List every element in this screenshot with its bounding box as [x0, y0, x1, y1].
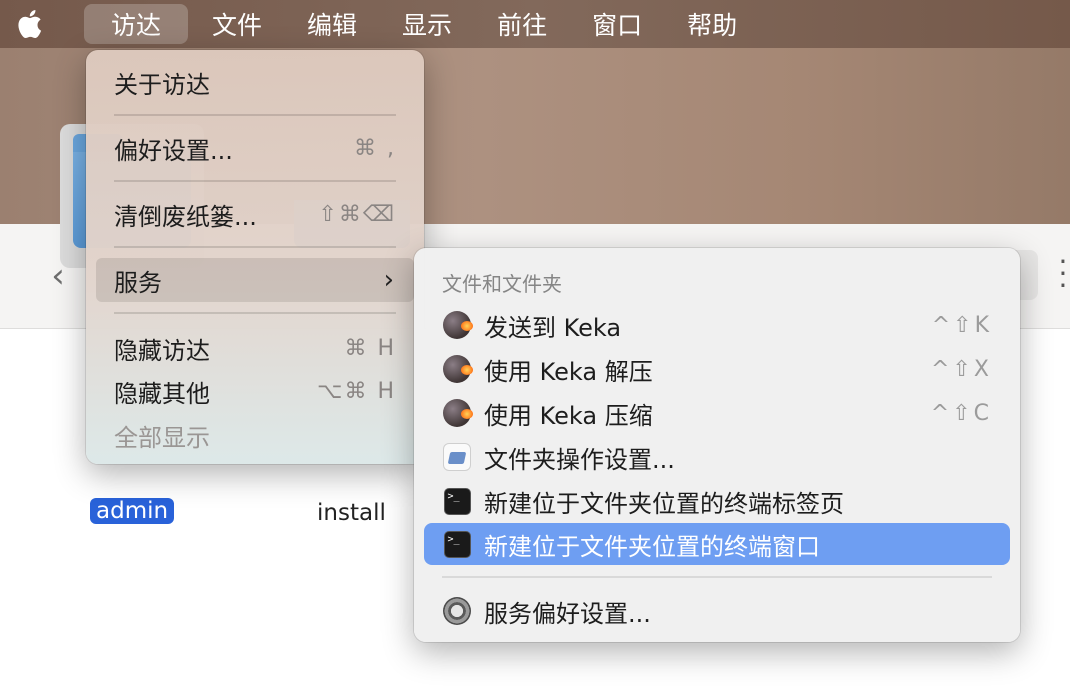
service-label: 服务偏好设置...: [484, 599, 651, 628]
keka-icon: [442, 354, 473, 384]
folder-actions-icon: [442, 442, 472, 472]
service-label: 新建位于文件夹位置的终端标签页: [484, 489, 844, 518]
menu-item-shortcut: ⌥⌘ H: [317, 378, 396, 404]
menu-item-preferences[interactable]: 偏好设置... ⌘ ,: [96, 126, 414, 170]
service-label: 使用 Keka 压缩: [484, 401, 653, 430]
menu-file[interactable]: 文件: [191, 4, 283, 44]
menu-separator: [442, 576, 992, 578]
menu-item-label: 偏好设置...: [114, 136, 233, 165]
service-label: 使用 Keka 解压: [484, 357, 653, 386]
menu-item-shortcut: ⌘ ,: [354, 135, 396, 161]
finder-app-menu: 关于访达 偏好设置... ⌘ , 清倒废纸篓... ⇧⌘⌫ 服务 › 隐藏访达 …: [86, 50, 424, 464]
menu-item-show-all: 全部显示: [96, 413, 414, 457]
menu-item-hide-others[interactable]: 隐藏其他 ⌥⌘ H: [96, 369, 414, 413]
service-services-preferences[interactable]: 服务偏好设置...: [424, 590, 1010, 632]
menu-item-label: 服务: [114, 268, 162, 297]
service-label: 文件夹操作设置...: [484, 445, 675, 474]
services-submenu: 文件和文件夹 发送到 Keka ^⇧K 使用 Keka 解压 ^⇧X 使用 Ke…: [414, 248, 1020, 642]
menu-item-hide-finder[interactable]: 隐藏访达 ⌘ H: [96, 326, 414, 370]
menu-help[interactable]: 帮助: [666, 4, 758, 44]
apple-logo-icon: [18, 10, 42, 39]
service-send-to-keka[interactable]: 发送到 Keka ^⇧K: [424, 304, 1010, 346]
menu-bar: 访达 文件 编辑 显示 前往 窗口 帮助: [0, 0, 1070, 48]
service-shortcut: ^⇧X: [931, 356, 992, 382]
menu-separator: [114, 312, 396, 314]
chevron-right-icon: ›: [383, 265, 394, 295]
menu-item-label: 清倒废纸篓...: [114, 202, 257, 231]
service-new-terminal-tab[interactable]: >_ 新建位于文件夹位置的终端标签页: [424, 480, 1010, 522]
menu-separator: [114, 246, 396, 248]
menu-go[interactable]: 前往: [476, 4, 568, 44]
menu-item-empty-trash[interactable]: 清倒废纸篓... ⇧⌘⌫: [96, 192, 414, 236]
keka-icon: [442, 398, 473, 428]
menu-item-shortcut: ⇧⌘⌫: [318, 201, 396, 227]
menu-item-services[interactable]: 服务 ›: [96, 258, 414, 302]
file-label-admin[interactable]: admin: [90, 498, 175, 524]
menu-item-label: 全部显示: [114, 423, 210, 452]
service-keka-extract[interactable]: 使用 Keka 解压 ^⇧X: [424, 348, 1010, 390]
service-keka-compress[interactable]: 使用 Keka 压缩 ^⇧C: [424, 392, 1010, 434]
menu-separator: [114, 180, 396, 182]
menu-item-shortcut: ⌘ H: [344, 335, 396, 361]
keka-icon: [442, 310, 473, 340]
menu-edit[interactable]: 编辑: [286, 4, 378, 44]
menu-finder[interactable]: 访达: [84, 4, 189, 44]
menu-separator: [114, 114, 396, 116]
menu-item-about-finder[interactable]: 关于访达: [96, 60, 414, 104]
service-new-terminal-window[interactable]: >_ 新建位于文件夹位置的终端窗口: [424, 523, 1010, 565]
service-shortcut: ^⇧C: [930, 400, 992, 426]
menu-item-label: 关于访达: [114, 70, 210, 99]
menu-item-label: 隐藏其他: [114, 379, 210, 408]
service-folder-actions-setup[interactable]: 文件夹操作设置...: [424, 436, 1010, 478]
more-options-icon[interactable]: · · ·: [1058, 248, 1068, 300]
menu-view[interactable]: 显示: [381, 4, 473, 44]
terminal-icon: >_: [442, 529, 472, 559]
file-label-install[interactable]: install: [317, 500, 386, 526]
service-label: 新建位于文件夹位置的终端窗口: [484, 532, 820, 561]
menu-window[interactable]: 窗口: [571, 4, 663, 44]
service-label: 发送到 Keka: [484, 313, 622, 342]
terminal-icon: >_: [442, 486, 472, 516]
menu-item-label: 隐藏访达: [114, 336, 210, 365]
apple-menu-icon[interactable]: [0, 0, 62, 48]
system-preferences-icon: [442, 596, 472, 626]
service-shortcut: ^⇧K: [931, 312, 992, 338]
submenu-section-header: 文件和文件夹: [442, 272, 562, 296]
